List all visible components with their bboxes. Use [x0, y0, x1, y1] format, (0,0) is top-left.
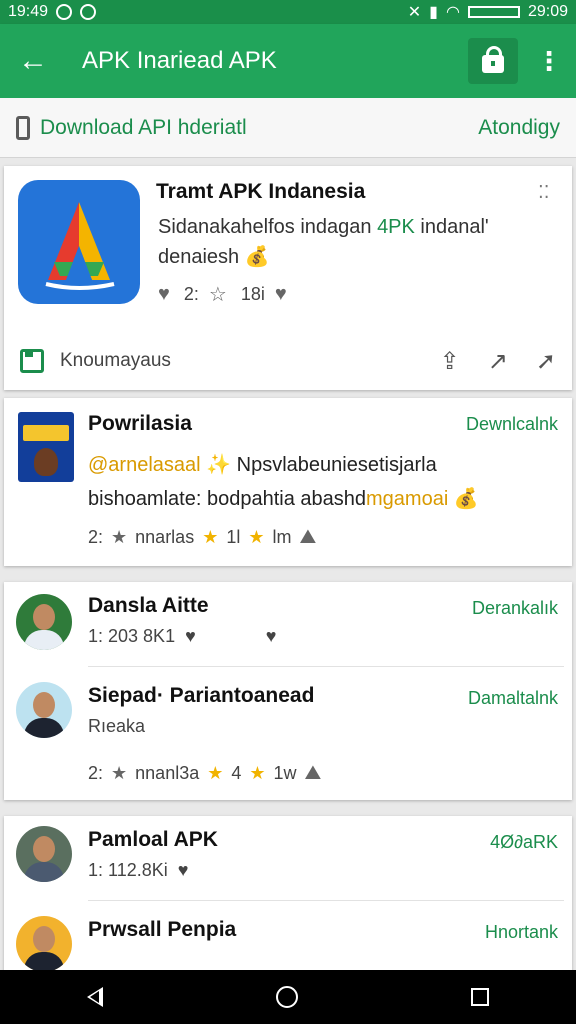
heart-icon-2[interactable]: ♥ — [266, 626, 277, 647]
system-nav-bar — [0, 970, 576, 1024]
list-item[interactable]: Siepad· Pariantoanead Rıeaka Damaltalnk — [4, 672, 572, 756]
user-list-card: Dansla Aitte 1: 203 8K1 ♥ ♥ Derankalık S… — [4, 582, 572, 800]
nav-home-icon[interactable] — [275, 986, 298, 1008]
featured-app-meta: ♥ 2: ☆ 18i ♥ — [158, 282, 291, 307]
back-arrow-icon[interactable]: ← — [0, 24, 66, 98]
star-gold-icon-2[interactable]: ★ — [248, 527, 264, 548]
status-time-right: 29:09 — [527, 3, 568, 20]
user-name: Siepad· Pariantoanead — [88, 684, 315, 707]
post-text-line2: bishoamlate: bodpahtia abashdmgamoai 💰 — [88, 488, 479, 510]
app-logo-icon — [18, 180, 140, 304]
user-download-link[interactable]: Damaltalnk — [468, 688, 558, 709]
phone-icon — [16, 115, 30, 140]
list-item[interactable]: Pamloal APK 1: 112.8Ki ♥ 4Ø∂aRK — [4, 816, 572, 900]
avatar — [16, 916, 72, 972]
featured-actions: ⇪ ↗ ➚ — [440, 347, 556, 376]
user-name: Dansla Aitte — [88, 594, 209, 617]
sort-link[interactable]: Atondigy — [478, 116, 560, 140]
avatar — [16, 826, 72, 882]
divider — [88, 900, 564, 901]
forward-icon[interactable]: ➚ — [536, 347, 556, 376]
post-card[interactable]: Powrilasia Dewnlcalnk @arnelasaal ✨ Npsv… — [4, 398, 572, 566]
app-bar: ← APK Inariead APK ⋮ — [0, 24, 576, 98]
star-icon[interactable]: ★ — [111, 763, 127, 784]
bookmark-icon[interactable] — [20, 349, 44, 373]
featured-app-description: Sidanakahelfos indagan 4PK indanal' dena… — [158, 216, 489, 268]
upload-icon[interactable]: ⇪ — [440, 347, 460, 376]
nav-recents-icon[interactable] — [471, 988, 490, 1006]
star-gold-icon-2[interactable]: ★ — [249, 763, 265, 784]
heart-outline-icon[interactable]: ♥ — [275, 283, 287, 306]
status-time-left: 19:49 — [8, 3, 49, 20]
notification-icon — [56, 4, 73, 20]
more-options-icon[interactable]: ⋮ — [532, 24, 566, 98]
nav-back-icon[interactable] — [86, 987, 103, 1007]
featured-meta-a: 2: — [183, 284, 199, 304]
user-subtitle: 1: 112.8Ki ♥ — [88, 860, 189, 881]
wifi-icon: ◠ — [445, 4, 460, 21]
download-link[interactable]: Download API hderiatl — [40, 116, 247, 140]
featured-app-card[interactable]: Tramt APK Indanesia ⁚⁚ Sidanakahelfos in… — [4, 166, 572, 390]
post-author-name: Powrilasia — [88, 412, 192, 435]
money-bag-icon: 💰 — [453, 488, 479, 510]
featured-meta-b: 18i — [240, 284, 265, 304]
battery-icon — [467, 6, 520, 18]
signal-icon: ▮ — [429, 4, 438, 21]
post-meta: 2: ★ nnarlas ★ 1l ★ lm ⛰ — [88, 526, 317, 549]
lock-icon — [482, 46, 504, 73]
post-download-link[interactable]: Dewnlcalnk — [466, 414, 558, 435]
cloud-upload-icon[interactable]: ⛰ — [300, 526, 317, 549]
page-title: APK Inariead APK — [82, 47, 277, 74]
star-gold-icon[interactable]: ★ — [207, 763, 223, 784]
featured-footer-label: Knoumayaus — [60, 350, 171, 371]
featured-app-name: Tramt APK Indanesia — [156, 180, 366, 203]
star-outline-icon[interactable]: ☆ — [209, 282, 227, 307]
star-icon[interactable]: ★ — [111, 527, 127, 548]
heart-icon[interactable]: ♥ — [185, 626, 196, 647]
share-arrow-icon[interactable]: ↗ — [488, 347, 508, 376]
user-download-link[interactable]: 4Ø∂aRK — [490, 832, 558, 853]
divider — [88, 666, 564, 667]
heart-icon[interactable]: ♥ — [178, 860, 189, 881]
drag-handle-icon[interactable]: ⁚⁚ — [538, 182, 549, 203]
user-list-card-2: Pamloal APK 1: 112.8Ki ♥ 4Ø∂aRK Prwsall … — [4, 816, 572, 976]
avatar — [16, 594, 72, 650]
user-meta: 2: ★ nnanl3a ★ 4 ★ 1w ⛰ — [88, 762, 322, 785]
sparkle-icon: ✨ — [206, 454, 232, 476]
post-thumbnail — [18, 412, 74, 482]
download-sub-bar: Download API hderiatl Atondigy — [0, 98, 576, 158]
heart-icon[interactable]: ♥ — [158, 283, 170, 306]
list-item[interactable]: Dansla Aitte 1: 203 8K1 ♥ ♥ Derankalık — [4, 582, 572, 666]
user-name: Pamloal APK — [88, 828, 218, 851]
user-name: Prwsall Penpia — [88, 918, 237, 941]
post-text-line1: @arnelasaal ✨ Npsvlabeuniesetisjarla — [88, 454, 437, 476]
featured-footer: Knoumayaus ⇪ ↗ ➚ — [4, 332, 572, 390]
notification-icon-2 — [80, 4, 97, 20]
user-subtitle: Rıeaka — [88, 716, 146, 736]
money-bag-icon: 💰 — [244, 246, 270, 268]
star-gold-icon[interactable]: ★ — [202, 527, 218, 548]
avatar — [16, 682, 72, 738]
user-subtitle: 1: 203 8K1 ♥ ♥ — [88, 626, 277, 647]
status-bar: 19:49 ✕ ▮ ◠ 29:09 — [0, 0, 576, 24]
user-download-link[interactable]: Hnortank — [485, 922, 558, 943]
lock-button[interactable] — [468, 38, 518, 84]
mute-icon: ✕ — [407, 4, 422, 21]
user-download-link[interactable]: Derankalık — [472, 598, 558, 619]
cloud-upload-icon[interactable]: ⛰ — [305, 762, 322, 785]
